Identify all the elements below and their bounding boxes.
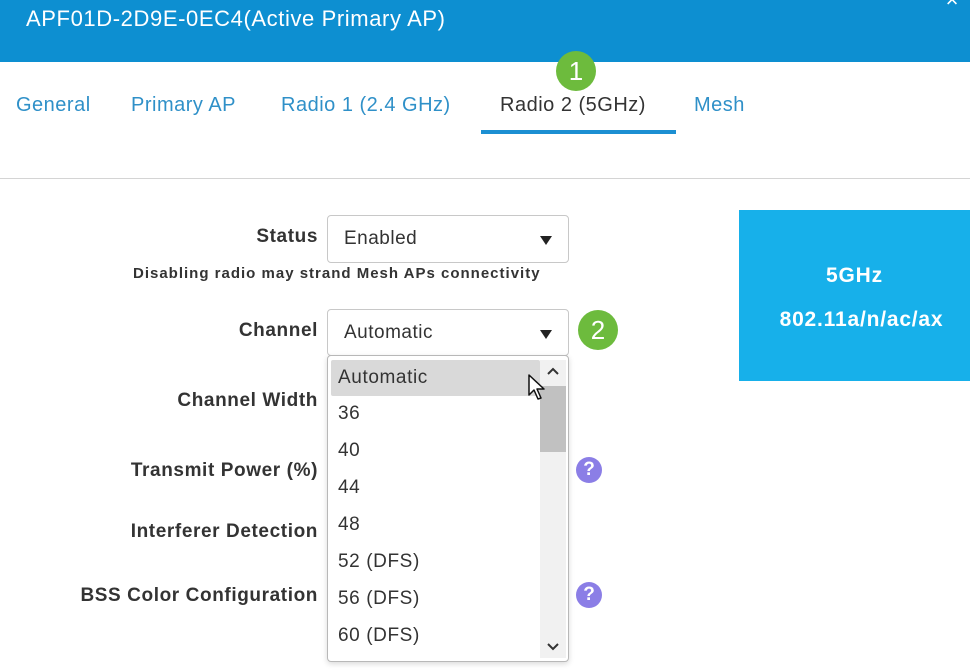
bss-color-label: BSS Color Configuration (80, 585, 318, 606)
status-label: Status (256, 226, 318, 247)
channel-option-48[interactable]: 48 (331, 507, 540, 543)
status-value: Enabled (344, 228, 418, 249)
channel-option-automatic[interactable]: Automatic (331, 360, 540, 396)
tab-general[interactable]: General (16, 94, 91, 117)
caret-down-icon (540, 236, 552, 245)
dropdown-scrollbar[interactable] (540, 360, 566, 658)
ap-title: APF01D-2D9E-0EC4(Active Primary AP) (26, 6, 446, 31)
scroll-thumb[interactable] (540, 386, 566, 452)
channel-option-36[interactable]: 36 (331, 396, 540, 432)
tab-primary-ap[interactable]: Primary AP (131, 94, 236, 117)
chevron-up-icon (547, 367, 559, 375)
transmit-power-help-icon[interactable]: ? (576, 457, 602, 483)
chevron-down-icon (547, 643, 559, 651)
band-info-box: 5GHz 802.11a/n/ac/ax (739, 210, 970, 381)
scroll-up-button[interactable] (540, 360, 566, 382)
caret-down-icon (540, 330, 552, 339)
channel-option-40[interactable]: 40 (331, 433, 540, 469)
interferer-detection-label: Interferer Detection (130, 521, 318, 542)
channel-dropdown-list: Automatic 36 40 44 48 52 (DFS) 56 (DFS) … (327, 355, 569, 662)
step-badge-2: 2 (578, 310, 618, 350)
bss-color-help-icon[interactable]: ? (576, 582, 602, 608)
channel-option-52-dfs[interactable]: 52 (DFS) (331, 544, 540, 580)
scroll-down-button[interactable] (540, 636, 566, 658)
tab-radio-1[interactable]: Radio 1 (2.4 GHz) (281, 94, 451, 117)
transmit-power-label: Transmit Power (%) (130, 460, 318, 481)
tab-radio-2[interactable]: Radio 2 (5GHz) (500, 94, 646, 117)
channel-label: Channel (238, 320, 318, 341)
tab-bar: General Primary AP Radio 1 (2.4 GHz) Rad… (0, 62, 970, 178)
modal-header: APF01D-2D9E-0EC4(Active Primary AP) × (0, 0, 970, 62)
channel-option-56-dfs[interactable]: 56 (DFS) (331, 581, 540, 617)
channel-value: Automatic (344, 322, 433, 343)
active-tab-indicator (481, 130, 676, 134)
tab-divider (0, 178, 970, 179)
channel-select[interactable]: Automatic (327, 309, 569, 356)
status-select[interactable]: Enabled (327, 215, 569, 263)
radio-warning-text: Disabling radio may strand Mesh APs conn… (133, 265, 541, 282)
channel-option-44[interactable]: 44 (331, 470, 540, 506)
channel-option-60-dfs[interactable]: 60 (DFS) (331, 618, 540, 654)
close-icon[interactable]: × (942, 0, 962, 11)
band-standard: 802.11a/n/ac/ax (779, 308, 944, 331)
band-frequency: 5GHz (826, 264, 883, 287)
channel-width-label: Channel Width (177, 390, 318, 411)
step-badge-1: 1 (556, 51, 596, 91)
tab-mesh[interactable]: Mesh (694, 94, 745, 117)
